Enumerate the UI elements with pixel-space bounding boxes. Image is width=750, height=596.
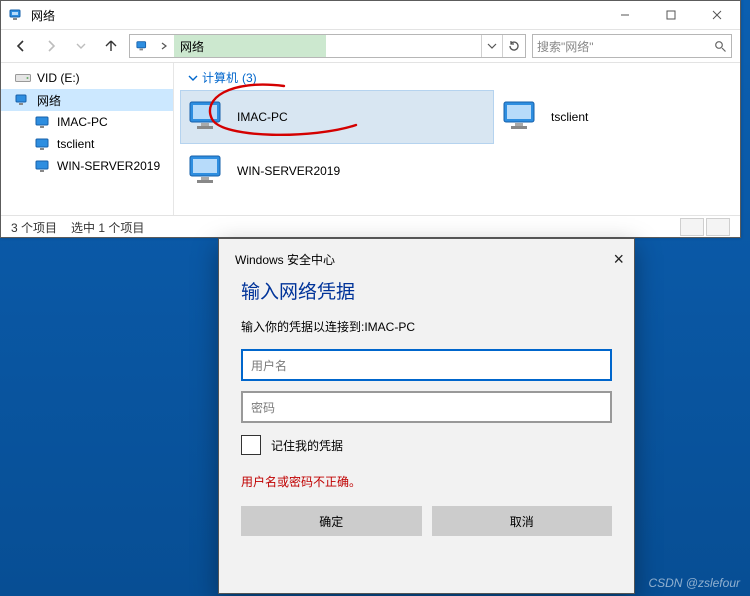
network-icon — [15, 93, 31, 107]
item-tsclient[interactable]: tsclient — [494, 90, 708, 144]
remember-row[interactable]: 记住我的凭据 — [241, 435, 612, 455]
nav-label: 网络 — [37, 92, 61, 109]
address-box[interactable]: 网络 — [129, 34, 526, 58]
dialog-window-title: Windows 安全中心 — [235, 251, 335, 268]
group-label: 计算机 — [202, 69, 238, 86]
credentials-dialog: Windows 安全中心 × 输入网络凭据 输入你的凭据以连接到:IMAC-PC… — [218, 238, 635, 594]
desktop: 网络 网络 搜索"网络" — [0, 0, 750, 596]
refresh-button[interactable] — [502, 35, 525, 57]
username-field[interactable]: 用户名 — [241, 349, 612, 381]
back-button[interactable] — [9, 34, 33, 58]
group-count: (3) — [242, 71, 257, 85]
up-button[interactable] — [99, 34, 123, 58]
cancel-button[interactable]: 取消 — [432, 506, 613, 536]
address-bar: 网络 搜索"网络" — [1, 30, 740, 63]
remember-label: 记住我的凭据 — [271, 437, 343, 454]
error-message: 用户名或密码不正确。 — [241, 473, 612, 490]
dialog-subtitle: 输入你的凭据以连接到:IMAC-PC — [241, 318, 612, 335]
maximize-button[interactable] — [648, 1, 694, 29]
search-placeholder: 搜索"网络" — [537, 38, 714, 55]
search-input[interactable]: 搜索"网络" — [532, 34, 732, 58]
ok-button[interactable]: 确定 — [241, 506, 422, 536]
dialog-header[interactable]: Windows 安全中心 × — [219, 239, 634, 271]
ok-label: 确定 — [319, 513, 343, 530]
recent-dropdown[interactable] — [69, 34, 93, 58]
computer-icon — [501, 99, 541, 135]
computer-icon — [187, 153, 227, 189]
breadcrumb-root[interactable] — [154, 35, 174, 57]
titlebar[interactable]: 网络 — [1, 1, 740, 30]
cancel-label: 取消 — [510, 513, 534, 530]
nav-child[interactable]: tsclient — [1, 133, 173, 155]
view-tiles-button[interactable] — [706, 218, 730, 236]
item-label: tsclient — [551, 110, 588, 124]
password-field[interactable]: 密码 — [241, 391, 612, 423]
forward-button[interactable] — [39, 34, 63, 58]
nav-child[interactable]: IMAC-PC — [1, 111, 173, 133]
close-icon[interactable]: × — [613, 249, 624, 270]
nav-pane[interactable]: VID (E:) 网络 IMAC-PC tsclient WIN-SERVER2… — [1, 63, 174, 215]
status-count: 3 个项目 — [11, 219, 57, 236]
item-win-server[interactable]: WIN-SERVER2019 — [180, 144, 494, 198]
view-details-button[interactable] — [680, 218, 704, 236]
dialog-heading: 输入网络凭据 — [241, 275, 612, 318]
minimize-button[interactable] — [602, 1, 648, 29]
group-header[interactable]: 计算机 (3) — [174, 63, 740, 90]
window-title: 网络 — [31, 7, 55, 24]
chevron-down-icon — [188, 73, 198, 83]
watermark: CSDN @zslefour — [648, 576, 740, 590]
nav-label: tsclient — [57, 137, 94, 151]
computer-icon — [35, 138, 51, 151]
breadcrumb-current[interactable]: 网络 — [174, 35, 326, 57]
item-label: WIN-SERVER2019 — [237, 164, 340, 178]
nav-label: WIN-SERVER2019 — [57, 159, 160, 173]
search-icon — [714, 40, 727, 53]
computer-icon — [187, 99, 227, 135]
item-imac-pc[interactable]: IMAC-PC — [180, 90, 494, 144]
breadcrumb-label: 网络 — [180, 38, 204, 55]
nav-drive[interactable]: VID (E:) — [1, 67, 173, 89]
nav-child[interactable]: WIN-SERVER2019 — [1, 155, 173, 177]
network-icon — [9, 7, 25, 23]
username-placeholder: 用户名 — [251, 357, 287, 374]
address-dropdown[interactable] — [481, 35, 502, 57]
nav-label: VID (E:) — [37, 71, 80, 85]
close-button[interactable] — [694, 1, 740, 29]
content-pane[interactable]: 计算机 (3) IMAC-PC tsclient WIN-SERVER2019 — [174, 63, 740, 215]
password-placeholder: 密码 — [251, 399, 275, 416]
explorer-window: 网络 网络 搜索"网络" — [0, 0, 741, 238]
status-bar: 3 个项目 选中 1 个项目 — [1, 215, 740, 238]
nav-label: IMAC-PC — [57, 115, 108, 129]
view-buttons — [680, 218, 730, 236]
remember-checkbox[interactable] — [241, 435, 261, 455]
network-icon — [130, 39, 154, 53]
status-selection: 选中 1 个项目 — [71, 219, 144, 236]
explorer-body: VID (E:) 网络 IMAC-PC tsclient WIN-SERVER2… — [1, 63, 740, 215]
computer-icon — [35, 116, 51, 129]
nav-network[interactable]: 网络 — [1, 89, 173, 111]
computer-icon — [35, 160, 51, 173]
item-label: IMAC-PC — [237, 110, 288, 124]
drive-icon — [15, 72, 31, 84]
